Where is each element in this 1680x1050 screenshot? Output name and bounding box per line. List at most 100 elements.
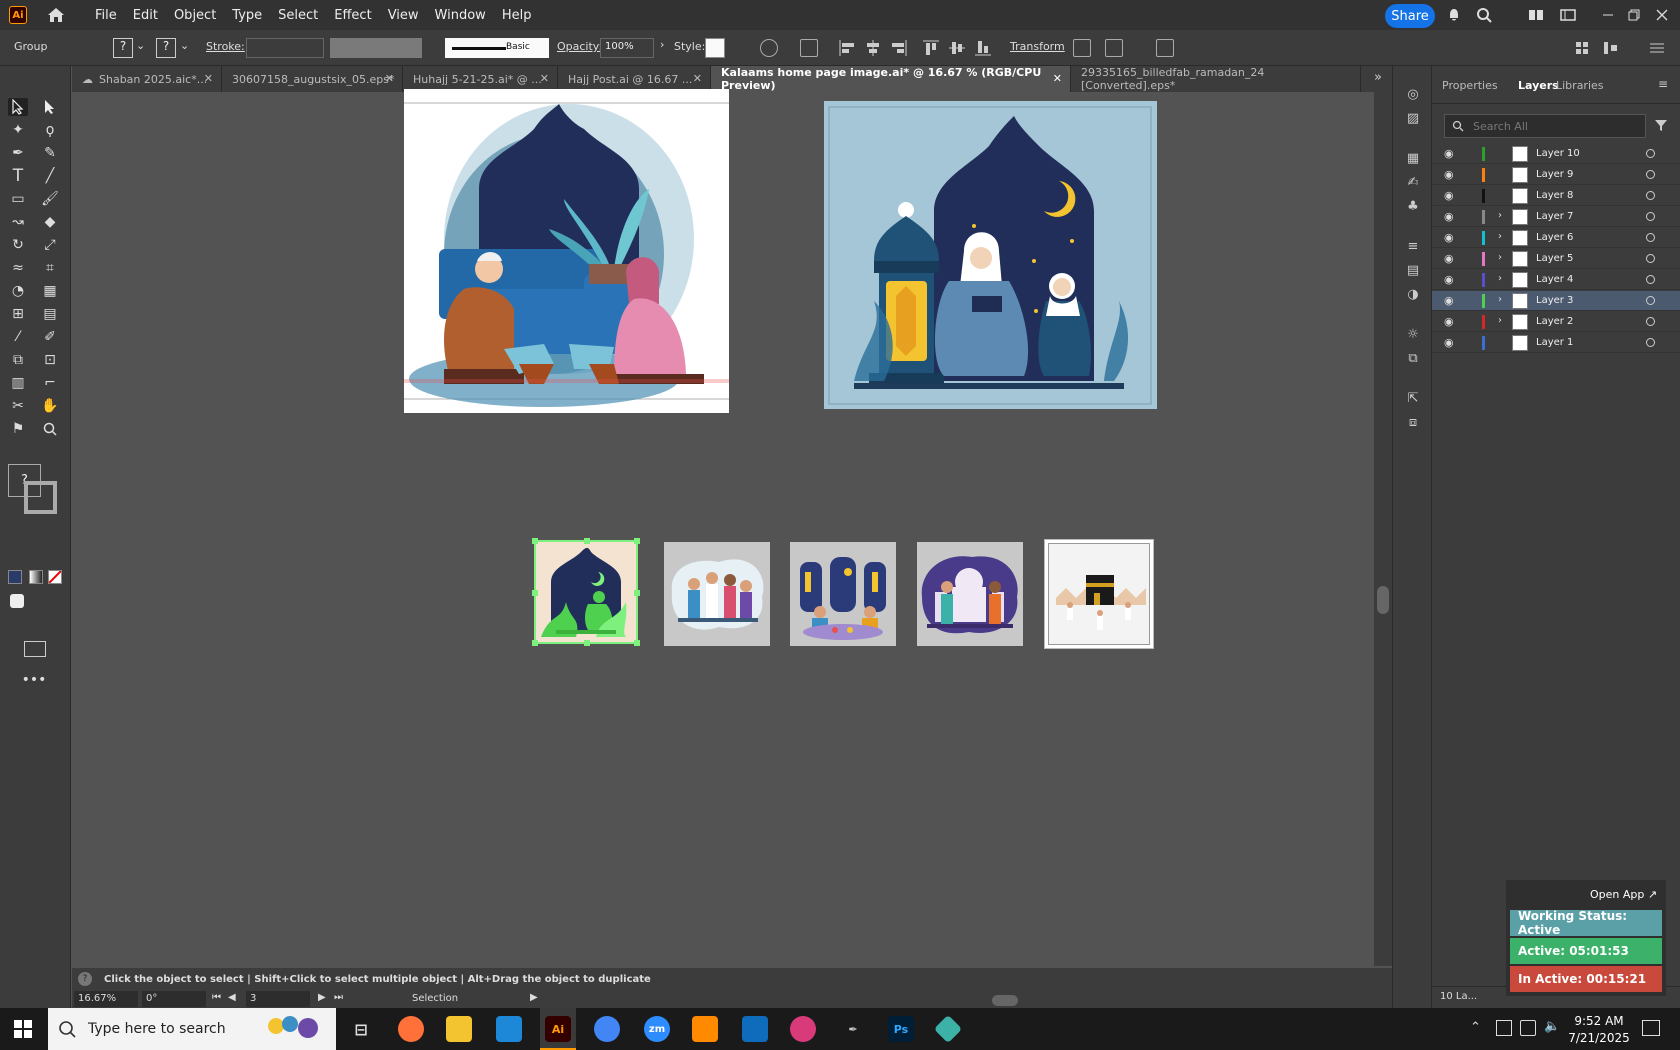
clock-date[interactable]: 7/21/2025 [1566, 1031, 1632, 1045]
expand-chevron-icon[interactable]: › [1498, 231, 1502, 242]
add-artboard-icon[interactable] [1156, 39, 1174, 57]
align-top-icon[interactable] [922, 39, 940, 57]
eyedropper-icon[interactable]: ⁄ [8, 328, 28, 346]
visibility-eye-icon[interactable]: ◉ [1444, 315, 1458, 329]
stroke-color-box[interactable] [24, 481, 57, 514]
xampp-icon[interactable] [692, 1016, 718, 1042]
rotate-tool-icon[interactable]: ↻ [8, 236, 28, 254]
artboard-illustration-quran-reading[interactable] [404, 89, 729, 413]
layer-name[interactable]: Layer 10 [1536, 148, 1580, 159]
last-artboard-icon[interactable]: ⏭ [334, 992, 343, 1003]
isolate-group-icon[interactable] [1073, 39, 1091, 57]
mesh-tool-icon[interactable]: ⊞ [8, 305, 28, 323]
zoom-tool-icon[interactable] [40, 420, 60, 438]
menu-select[interactable]: Select [270, 8, 326, 23]
windows-start-icon[interactable] [14, 1020, 32, 1038]
symbols-icon[interactable]: ♣ [1404, 198, 1422, 214]
search-icon[interactable] [1476, 7, 1492, 23]
opacity-label[interactable]: Opacity: [557, 40, 602, 53]
variable-width-profile[interactable] [330, 38, 422, 58]
layer-name[interactable]: Layer 4 [1536, 274, 1573, 285]
visibility-eye-icon[interactable]: ◉ [1444, 273, 1458, 287]
menu-help[interactable]: Help [494, 8, 540, 23]
layer-row[interactable]: ◉ › Layer 2 [1432, 312, 1680, 332]
puppet-tool-icon[interactable]: ⚑ [8, 420, 28, 438]
restore-icon[interactable] [1626, 7, 1642, 23]
bell-icon[interactable] [1446, 7, 1462, 23]
notifications-icon[interactable] [1642, 1020, 1660, 1036]
horizontal-scrollbar[interactable] [560, 993, 1375, 1008]
direct-selection-tool-icon[interactable] [40, 98, 60, 116]
layer-row[interactable]: ◉ › Layer 7 [1432, 207, 1680, 227]
properties-icon[interactable]: ◎ [1404, 86, 1422, 102]
appearance-icon[interactable]: ☼ [1404, 326, 1422, 342]
visibility-eye-icon[interactable]: ◉ [1444, 168, 1458, 182]
thumbnail-iftar-gathering[interactable] [790, 542, 896, 646]
layer-name[interactable]: Layer 3 [1536, 295, 1573, 306]
layer-name[interactable]: Layer 2 [1536, 316, 1573, 327]
width-tool-icon[interactable]: ≈ [8, 259, 28, 277]
gradient-panel-icon[interactable]: ▤ [1404, 262, 1422, 278]
align-bottom-icon[interactable] [974, 39, 992, 57]
tray-app-icon[interactable] [1496, 1020, 1512, 1036]
scroll-thumb[interactable] [1377, 586, 1389, 614]
graph-tool-icon[interactable]: ▥ [8, 374, 28, 392]
app-diamond-icon[interactable] [933, 1014, 963, 1044]
menu-object[interactable]: Object [166, 8, 224, 23]
selection-handle[interactable] [634, 590, 640, 596]
symbol-sprayer-icon[interactable]: ⊡ [40, 351, 60, 369]
expand-chevron-icon[interactable]: › [1498, 273, 1502, 284]
menu-view[interactable]: View [380, 8, 427, 23]
hand-tool-icon[interactable]: ✋ [40, 397, 60, 415]
chevron-down-icon[interactable]: ⌄ [180, 39, 189, 52]
tab-document[interactable]: ☁ Shaban 2025.aic*... ✕ [72, 66, 222, 92]
close-icon[interactable]: ✕ [1053, 72, 1062, 85]
panel-menu-icon[interactable] [1648, 39, 1666, 57]
tab-libraries[interactable]: Libraries [1556, 79, 1604, 92]
free-transform-icon[interactable]: ⌗ [40, 259, 60, 277]
status-menu-icon[interactable]: ▶ [530, 992, 538, 1003]
vscode-icon[interactable] [496, 1016, 522, 1042]
none-mode-icon[interactable] [48, 570, 62, 584]
slice-tool-icon[interactable]: ✂ [8, 397, 28, 415]
outlook-icon[interactable] [742, 1016, 768, 1042]
minimize-icon[interactable] [1600, 7, 1616, 23]
layers-search-input[interactable]: Search All [1444, 114, 1646, 138]
align-left-icon[interactable] [838, 39, 856, 57]
close-icon[interactable]: ✕ [540, 72, 549, 85]
layer-row[interactable]: ◉ › Layer 5 [1432, 249, 1680, 269]
image-icon[interactable]: ▨ [1404, 110, 1422, 126]
blend-tool-icon[interactable]: ⧉ [8, 351, 28, 369]
visibility-eye-icon[interactable]: ◉ [1444, 147, 1458, 161]
artboard-tool-icon[interactable]: ⌐ [40, 374, 60, 392]
stroke-label[interactable]: Stroke: [206, 40, 245, 53]
fill-swatch[interactable]: ? [113, 38, 133, 58]
align-middle-icon[interactable] [948, 39, 966, 57]
graphic-style-swatch[interactable] [705, 38, 725, 58]
puppet-warp-icon[interactable] [1105, 39, 1123, 57]
brushes-icon[interactable]: ✍ [1404, 174, 1422, 190]
layer-name[interactable]: Layer 1 [1536, 337, 1573, 348]
close-icon[interactable]: ✕ [693, 72, 702, 85]
layer-row[interactable]: ◉ Layer 9 [1432, 165, 1680, 185]
draw-normal-icon[interactable] [10, 594, 24, 608]
menu-window[interactable]: Window [427, 8, 494, 23]
zoom-app-icon[interactable]: zm [644, 1016, 670, 1042]
menu-type[interactable]: Type [224, 8, 270, 23]
perspective-grid-icon[interactable]: ▦ [40, 282, 60, 300]
task-view-icon[interactable]: ⊟ [348, 1016, 374, 1042]
magic-wand-icon[interactable]: ✦ [8, 121, 28, 139]
selection-handle[interactable] [584, 538, 590, 544]
artboard-illustration-ramadan-lantern[interactable] [824, 101, 1157, 409]
scale-tool-icon[interactable]: ⤢ [40, 236, 60, 254]
lasso-icon[interactable]: ϙ [40, 121, 60, 139]
target-circle-icon[interactable] [1646, 212, 1655, 221]
target-circle-icon[interactable] [1646, 296, 1655, 305]
rotation-field[interactable]: 0° [142, 991, 206, 1007]
opacity-field[interactable]: 100% [600, 38, 654, 58]
visibility-eye-icon[interactable]: ◉ [1444, 294, 1458, 308]
close-window-icon[interactable] [1654, 7, 1670, 23]
target-circle-icon[interactable] [1646, 149, 1655, 158]
artboard-number-field[interactable]: 3 [246, 991, 310, 1007]
type-tool-icon[interactable]: T [8, 166, 28, 186]
